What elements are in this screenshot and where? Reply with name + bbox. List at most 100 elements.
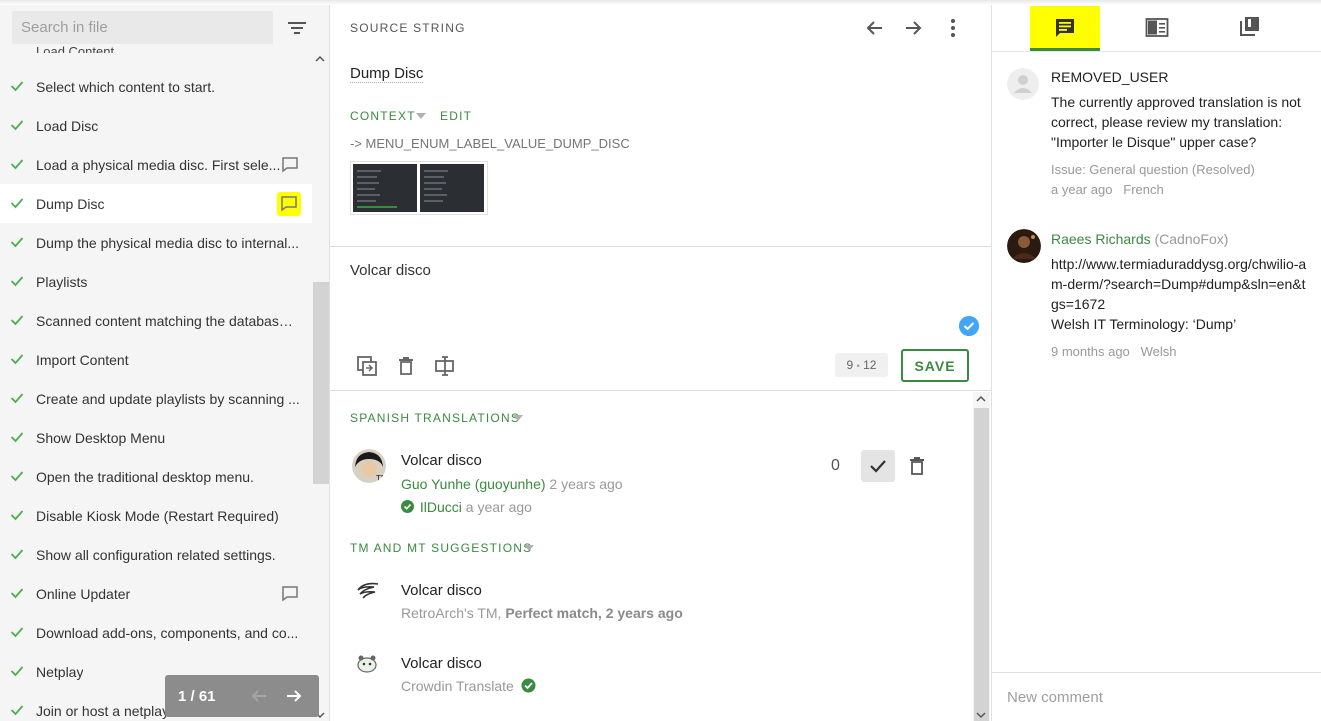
source-string-text: Dump Disc <box>350 65 424 83</box>
string-list-item[interactable]: Open the traditional desktop menu. <box>0 457 312 496</box>
author-time: 2 years ago <box>549 476 623 492</box>
comment-author-line: Raees Richards (CadnoFox) <box>1051 231 1228 247</box>
scroll-up-icon[interactable] <box>975 393 987 405</box>
translated-check-icon <box>10 471 24 482</box>
glossary-icon[interactable] <box>1145 17 1169 39</box>
string-list-item[interactable]: Scanned content matching the database ..… <box>0 301 312 340</box>
string-list-item-label: Create and update playlists by scanning … <box>36 390 300 407</box>
translated-check-icon <box>10 705 24 716</box>
approver-time: a year ago <box>465 499 532 515</box>
string-list-item[interactable]: Load Disc <box>0 106 312 145</box>
screenshots <box>350 161 488 215</box>
crowdin-editor: Load Content Select which content to sta… <box>0 0 1321 721</box>
filter-icon[interactable] <box>286 18 308 38</box>
translated-check-icon <box>10 510 24 521</box>
split-view-icon[interactable] <box>434 355 456 377</box>
translated-check-icon <box>10 627 24 638</box>
string-list-item[interactable]: Dump the physical media disc to internal… <box>0 223 312 262</box>
context-key: -> MENU_ENUM_LABEL_VALUE_DUMP_DISC <box>350 136 630 151</box>
more-menu-icon[interactable] <box>942 17 964 39</box>
copy-source-icon[interactable] <box>356 355 378 377</box>
retroarch-tm-icon <box>357 582 379 599</box>
top-shadow <box>0 0 1321 5</box>
approver-link[interactable]: IlDucci <box>420 499 462 515</box>
scroll-up-icon[interactable] <box>314 54 326 64</box>
comment-bubble-icon <box>282 586 298 602</box>
save-button[interactable]: SAVE <box>901 349 969 382</box>
approve-check-icon <box>870 460 886 473</box>
string-list-item-label: Netplay <box>36 663 84 680</box>
new-comment-input[interactable] <box>992 673 1321 721</box>
comment-body: The currently approved translation is no… <box>1051 94 1301 150</box>
suggestions-section-label[interactable]: TM AND MT SUGGESTIONS <box>350 541 532 555</box>
string-list-item-label: Scanned content matching the database ..… <box>36 312 300 329</box>
string-list-item[interactable]: Disable Kiosk Mode (Restart Required) <box>0 496 312 535</box>
string-list-item[interactable]: Load a physical media disc. First sele..… <box>0 145 312 184</box>
context-caret-icon[interactable] <box>416 113 426 119</box>
strings-sidebar: Load Content Select which content to sta… <box>0 0 330 721</box>
new-comment-box[interactable] <box>992 672 1321 721</box>
string-list-item[interactable]: Select which content to start. <box>0 67 312 106</box>
comment-link[interactable]: http://www.termiaduraddysg.org/chwilio-a… <box>1051 254 1313 314</box>
vote-count: 0 <box>831 457 840 474</box>
delete-translation-icon[interactable] <box>906 455 928 477</box>
character-counter: 9 • 12 <box>835 353 888 377</box>
suggestions-scrollbar[interactable] <box>974 408 989 721</box>
comments-icon <box>1056 19 1074 37</box>
string-list-item[interactable]: Dump Disc <box>0 184 312 223</box>
translated-check-icon <box>10 120 24 131</box>
tm-icon[interactable] <box>1239 15 1261 37</box>
translated-check-icon <box>10 237 24 248</box>
comment-indicator-icon[interactable] <box>281 156 299 173</box>
string-list-item[interactable]: Import Content <box>0 340 312 379</box>
prev-string-icon[interactable] <box>864 17 886 39</box>
string-list-item[interactable]: Show Desktop Menu <box>0 418 312 457</box>
sidebar-scrollbar[interactable] <box>313 282 329 484</box>
translated-check-icon <box>10 588 24 599</box>
string-list-item[interactable]: Show all configuration related settings. <box>0 535 312 574</box>
translated-check-icon <box>10 198 24 209</box>
avatar <box>1007 229 1041 263</box>
string-list-item-label: Dump Disc <box>36 195 105 212</box>
translated-check-icon <box>10 315 24 326</box>
comment-indicator-icon[interactable] <box>277 192 301 216</box>
clear-translation-icon[interactable] <box>395 355 417 377</box>
suggestion-text: Volcar disco <box>401 582 482 599</box>
string-list-item[interactable]: Create and update playlists by scanning … <box>0 379 312 418</box>
source-string-label: SOURCE STRING <box>350 21 466 35</box>
svg-text:TM: TM <box>376 474 386 483</box>
string-list-item[interactable]: Online Updater <box>0 574 312 613</box>
divider <box>330 390 991 391</box>
tab-comments[interactable] <box>1030 6 1100 51</box>
editor-panel: SOURCE STRING Dump Disc CONTEXT EDIT -> … <box>330 0 991 721</box>
comment-indicator-icon[interactable] <box>281 585 299 602</box>
translated-check-icon <box>10 549 24 560</box>
string-list-item-label: Import Content <box>36 351 129 368</box>
suggestions-caret-icon[interactable] <box>524 545 534 551</box>
divider <box>330 246 991 247</box>
context-toggle[interactable]: CONTEXT <box>350 109 416 123</box>
comment-author-handle: (CadnoFox) <box>1154 231 1229 247</box>
pager: 1 / 61 <box>165 675 319 717</box>
approve-button[interactable] <box>861 450 895 482</box>
translation-input[interactable]: Volcar disco <box>350 262 431 279</box>
string-list-item-label: Download add-ons, components, and co... <box>36 624 299 641</box>
string-list-item-label: Load a physical media disc. First sele..… <box>36 156 281 173</box>
screenshot-thumbnail[interactable] <box>353 164 417 212</box>
translated-check-icon <box>10 159 24 170</box>
translations-caret-icon[interactable] <box>513 415 523 421</box>
verified-badge-icon <box>521 678 536 693</box>
string-list-item-label: Dump the physical media disc to internal… <box>36 234 300 251</box>
translated-check-icon <box>10 276 24 287</box>
next-page-icon[interactable] <box>280 686 308 706</box>
screenshot-thumbnail[interactable] <box>420 164 484 212</box>
scroll-down-icon[interactable] <box>975 710 987 720</box>
prev-page-icon[interactable] <box>246 686 274 706</box>
string-list-item[interactable]: Playlists <box>0 262 312 301</box>
string-list-item[interactable]: Download add-ons, components, and co... <box>0 613 312 652</box>
comment-author[interactable]: Raees Richards <box>1051 231 1151 247</box>
translations-section-label[interactable]: SPANISH TRANSLATIONS <box>350 411 520 425</box>
author-link[interactable]: Guo Yunhe (guoyunhe) <box>401 476 546 492</box>
next-string-icon[interactable] <box>902 17 924 39</box>
edit-context-link[interactable]: EDIT <box>440 109 472 123</box>
